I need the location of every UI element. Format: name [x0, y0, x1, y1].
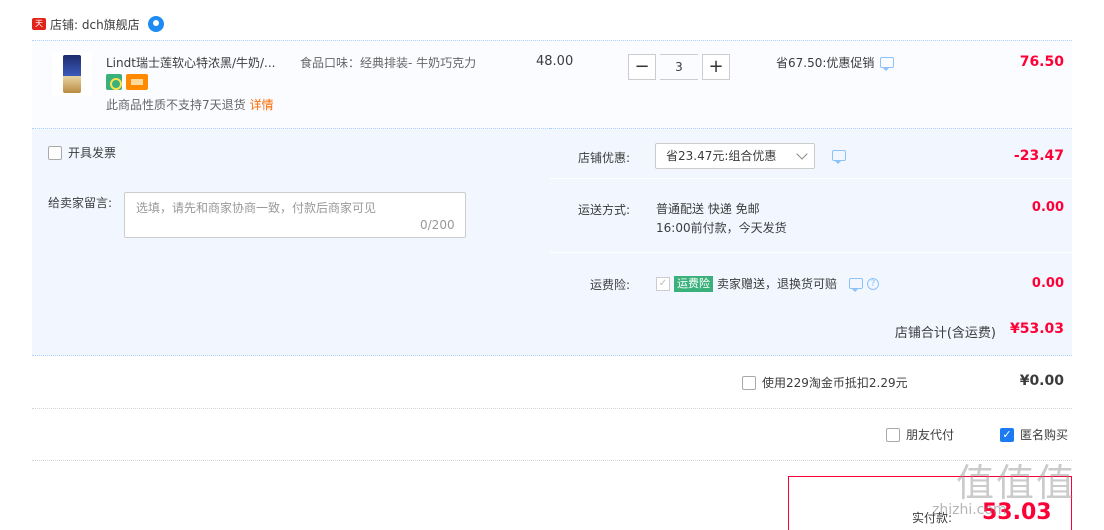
insurance-text: 卖家赠送，退换货可赔	[717, 277, 838, 291]
friend-pay-checkbox[interactable]	[886, 427, 900, 442]
returns-details-link[interactable]: 详情	[250, 98, 274, 112]
discount-comment-icon[interactable]	[832, 150, 846, 164]
shipping-amount: 0.00	[1031, 200, 1064, 215]
message-label: 给卖家留言:	[48, 196, 113, 210]
service-badge-icon	[106, 74, 122, 90]
anonymous-purchase-option[interactable]: ✓ 匿名购买	[1000, 426, 1068, 443]
chevron-down-icon	[796, 148, 808, 160]
saving-text: 省67.50:优惠促销	[776, 56, 875, 70]
tmall-badge: 天猫	[32, 18, 46, 40]
invoice-label: 开具发票	[68, 146, 117, 160]
shop-name[interactable]: 店铺: dch旗舰店	[50, 16, 140, 33]
coins-value: ¥0.00	[1019, 373, 1064, 389]
freight-insurance: ✓ 运费险 卖家赠送，退换货可赔 ?	[656, 275, 880, 292]
friend-pay-label: 朋友代付	[906, 428, 955, 442]
divider	[32, 460, 1072, 461]
divider	[32, 408, 1072, 409]
card-badge-icon	[126, 74, 148, 90]
message-placeholder: 选填，请先和商家协商一致，付款后商家可见	[136, 201, 377, 215]
shipping-time: 16:00前付款，今天发货	[656, 221, 787, 235]
coins-checkbox[interactable]	[742, 375, 756, 390]
promotion-saving: 省67.50:优惠促销	[776, 54, 895, 71]
invoice-checkbox[interactable]	[48, 145, 62, 160]
anonymous-checkbox[interactable]: ✓	[1000, 427, 1014, 442]
product-thumbnail[interactable]	[52, 52, 92, 96]
shipping-method: 普通配送 快递 免邮	[656, 202, 760, 216]
invoice-option[interactable]: 开具发票	[48, 144, 116, 161]
anonymous-label: 匿名购买	[1020, 428, 1069, 442]
shop-header: 天猫 店铺: dch旗舰店	[32, 12, 164, 40]
product-title[interactable]: Lindt瑞士莲软心特浓黑/牛奶/...	[106, 54, 296, 71]
item-total-price: 76.50	[1019, 54, 1064, 70]
subtotal-value: ¥53.03	[1009, 321, 1064, 337]
taobao-coins-option[interactable]: 使用229淘金币抵扣2.29元	[742, 374, 908, 391]
subtotal-label: 店铺合计(含运费)	[894, 326, 996, 341]
product-badges	[106, 74, 148, 90]
returns-text: 此商品性质不支持7天退货	[106, 98, 246, 112]
decrease-quantity-button[interactable]: −	[628, 54, 656, 80]
coins-label: 使用229淘金币抵扣2.29元	[762, 376, 908, 390]
insurance-comment-icon[interactable]	[849, 278, 864, 292]
insurance-label: 运费险:	[589, 278, 630, 292]
quantity-stepper: − 3 +	[628, 54, 730, 80]
unit-price: 48.00	[536, 54, 574, 69]
shipping-label: 运送方式:	[577, 203, 630, 217]
product-image	[63, 55, 81, 93]
watermark: 值值值	[956, 461, 1077, 505]
quantity-input[interactable]: 3	[660, 54, 698, 80]
wangwang-chat-icon[interactable]	[147, 16, 164, 32]
friend-pay-option[interactable]: 朋友代付	[886, 426, 954, 443]
shop-discount-select[interactable]: 省23.47元:组合优惠	[655, 143, 815, 169]
shop-discount-label: 店铺优惠:	[577, 151, 630, 165]
insurance-amount: 0.00	[1031, 276, 1064, 291]
message-counter: 0/200	[420, 218, 455, 232]
increase-quantity-button[interactable]: +	[702, 54, 730, 80]
product-sku: 食品口味：经典排装- 牛奶巧克力	[300, 56, 477, 70]
insurance-checkbox: ✓	[656, 276, 670, 291]
shop-discount-selected: 省23.47元:组合优惠	[666, 149, 777, 163]
insurance-tag: 运费险	[674, 275, 713, 292]
comment-icon[interactable]	[880, 57, 895, 71]
returns-notice: 此商品性质不支持7天退货 详情	[106, 96, 274, 113]
help-icon[interactable]: ?	[867, 277, 880, 290]
shop-discount-amount: -23.47	[1013, 148, 1064, 164]
watermark-domain: zhizhi.com	[932, 502, 1007, 518]
